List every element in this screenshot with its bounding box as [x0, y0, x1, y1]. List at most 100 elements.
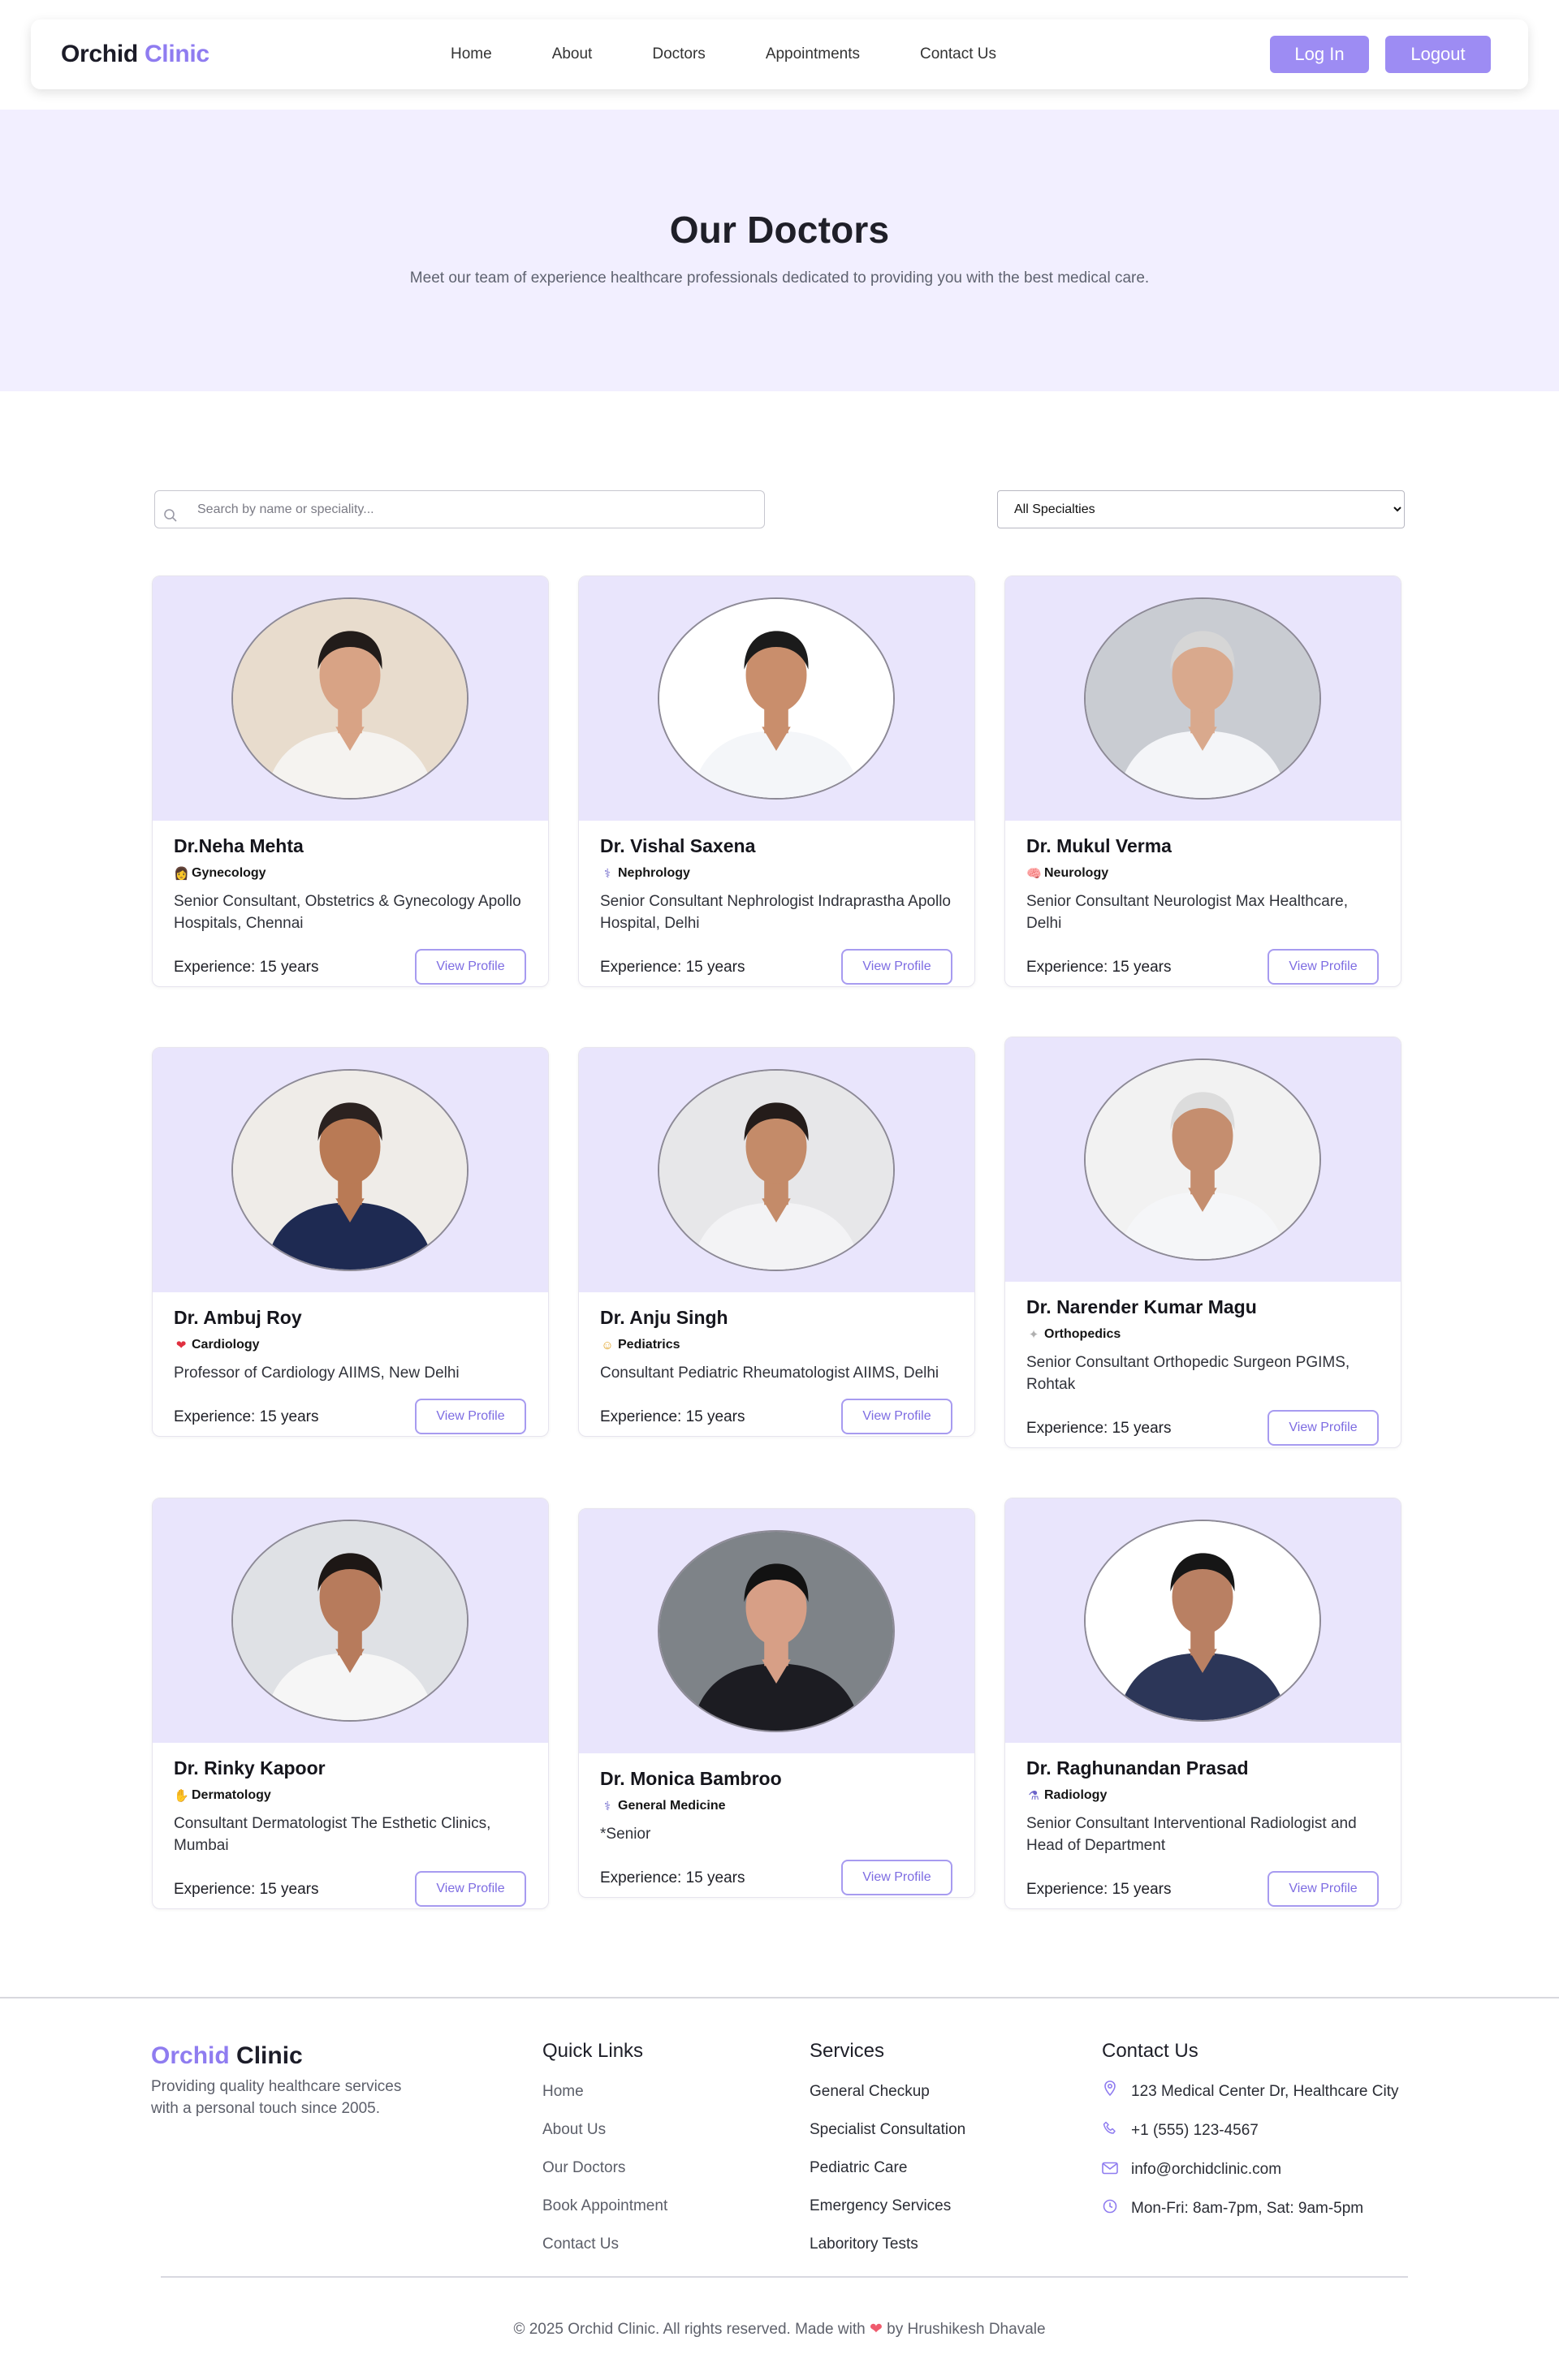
doctor-name: Dr. Mukul Verma [1026, 835, 1172, 856]
experience-text: Experience: 15 years [1026, 1420, 1172, 1437]
footer-link-book[interactable]: Book Appointment [542, 2187, 667, 2225]
doctor-info: Dr. Rinky Kapoor ✋ Dermatology Consultan… [153, 1743, 548, 1908]
experience-row: Experience: 15 years View Profile [600, 1399, 952, 1436]
doctor-description: Senior Consultant Nephrologist Indrapras… [600, 893, 951, 932]
specialty-row: ⚗ Radiology [1026, 1788, 1379, 1803]
auth-buttons: Log In Logout [1270, 36, 1491, 73]
login-button[interactable]: Log In [1270, 36, 1369, 73]
doctor-name: Dr.Neha Mehta [174, 835, 304, 856]
service-emergency[interactable]: Emergency Services [810, 2187, 965, 2225]
nav-link-doctors[interactable]: Doctors [652, 45, 705, 63]
doctor-info: Dr. Vishal Saxena ⚕ Nephrology Senior Co… [579, 821, 974, 986]
doctor-photo-area [1005, 1037, 1401, 1282]
view-profile-button[interactable]: View Profile [415, 949, 526, 985]
brain-icon: 🧠 [1026, 867, 1042, 881]
stethoscope-icon: ⚕ [603, 1800, 611, 1813]
experience-text: Experience: 15 years [1026, 959, 1172, 976]
footer-link-home[interactable]: Home [542, 2072, 667, 2111]
specialty-label: Gynecology [192, 866, 266, 880]
service-specialist[interactable]: Specialist Consultation [810, 2111, 965, 2149]
doctor-name: Dr. Narender Kumar Magu [1026, 1296, 1257, 1317]
phone-text[interactable]: +1 (555) 123-4567 [1131, 2111, 1259, 2150]
navbar: Orchid Clinic Home About Doctors Appoint… [31, 19, 1528, 89]
view-profile-button[interactable]: View Profile [415, 1871, 526, 1907]
page-subtitle: Meet our team of experience healthcare p… [409, 269, 1150, 287]
brand-main: Orchid [61, 41, 138, 67]
specialty-row: ❤ Cardiology [174, 1338, 526, 1352]
footer-top-border [0, 1997, 1559, 1998]
doctor-photo-area [579, 1048, 974, 1292]
doctor-card: Dr. Monica Bambroo ⚕ General Medicine *S… [578, 1508, 975, 1898]
doctor-photo-area [579, 1509, 974, 1753]
hours-text: Mon-Fri: 8am-7pm, Sat: 9am-5pm [1131, 2200, 1364, 2217]
view-profile-button[interactable]: View Profile [841, 1399, 952, 1434]
footer-brand: Orchid Clinic [151, 2042, 303, 2070]
doctor-name: Dr. Vishal Saxena [600, 835, 756, 856]
footer-contact: Contact Us 123 Medical Center Dr, Health… [1102, 2040, 1398, 2228]
specialty-label: Neurology [1044, 866, 1109, 880]
specialty-label: Pediatrics [618, 1338, 680, 1352]
service-lab-tests[interactable]: Laboritory Tests [810, 2225, 965, 2263]
specialty-select[interactable]: All Specialties [997, 490, 1405, 528]
quick-links-title: Quick Links [542, 2040, 644, 2062]
service-general-checkup[interactable]: General Checkup [810, 2072, 965, 2111]
nav-link-appointments[interactable]: Appointments [766, 45, 860, 63]
doctor-photo [231, 1520, 469, 1722]
services-title: Services [810, 2040, 885, 2062]
footer-link-doctors[interactable]: Our Doctors [542, 2149, 667, 2187]
stethoscope-icon: ⚕ [603, 867, 611, 881]
doctor-name: Dr. Raghunandan Prasad [1026, 1757, 1249, 1779]
experience-row: Experience: 15 years View Profile [1026, 1871, 1379, 1908]
doctor-description: Consultant Pediatric Rheumatologist AIIM… [600, 1365, 939, 1382]
doctor-description: Senior Consultant Interventional Radiolo… [1026, 1815, 1357, 1854]
view-profile-button[interactable]: View Profile [1267, 1410, 1379, 1446]
doctor-photo [658, 1069, 895, 1271]
specialty-row: 🧠 Neurology [1026, 866, 1379, 881]
doctor-photo [1084, 1058, 1321, 1261]
doctor-photo-area [579, 576, 974, 821]
experience-text: Experience: 15 years [174, 959, 319, 976]
contact-address: 123 Medical Center Dr, Healthcare City [1102, 2072, 1398, 2111]
view-profile-button[interactable]: View Profile [841, 1860, 952, 1895]
nav-link-home[interactable]: Home [451, 45, 492, 63]
doctor-photo [1084, 597, 1321, 800]
view-profile-button[interactable]: View Profile [1267, 949, 1379, 985]
map-pin-icon [1102, 2072, 1118, 2111]
doctor-info: Dr. Monica Bambroo ⚕ General Medicine *S… [579, 1753, 974, 1897]
view-profile-button[interactable]: View Profile [415, 1399, 526, 1434]
footer-link-about[interactable]: About Us [542, 2111, 667, 2149]
doctor-photo-area [1005, 576, 1401, 821]
footer-link-contact[interactable]: Contact Us [542, 2225, 667, 2263]
experience-row: Experience: 15 years View Profile [1026, 1410, 1379, 1447]
view-profile-button[interactable]: View Profile [841, 949, 952, 985]
experience-text: Experience: 15 years [1026, 1881, 1172, 1898]
child-face-icon: ☺ [601, 1338, 614, 1352]
doctor-description: Senior Consultant, Obstetrics & Gynecolo… [174, 893, 521, 932]
doctor-card: Dr. Anju Singh ☺ Pediatrics Consultant P… [578, 1047, 975, 1437]
experience-text: Experience: 15 years [600, 1408, 745, 1425]
brand-logo[interactable]: Orchid Clinic [61, 41, 209, 68]
search-input[interactable] [197, 498, 749, 522]
clock-icon [1102, 2189, 1118, 2228]
logout-button[interactable]: Logout [1385, 36, 1491, 73]
footer-services: Services General Checkup Specialist Cons… [810, 2040, 965, 2263]
service-pediatric[interactable]: Pediatric Care [810, 2149, 965, 2187]
nav-link-contact[interactable]: Contact Us [920, 45, 996, 63]
email-text[interactable]: info@orchidclinic.com [1131, 2150, 1281, 2189]
contact-phone: +1 (555) 123-4567 [1102, 2111, 1398, 2150]
login-label: Log In [1294, 44, 1345, 64]
doctor-card: Dr. Raghunandan Prasad ⚗ Radiology Senio… [1004, 1498, 1401, 1909]
doctor-name: Dr. Rinky Kapoor [174, 1757, 326, 1779]
copyright: © 2025 Orchid Clinic. All rights reserve… [0, 2320, 1559, 2339]
experience-row: Experience: 15 years View Profile [1026, 949, 1379, 986]
contact-hours: Mon-Fri: 8am-7pm, Sat: 9am-5pm [1102, 2189, 1398, 2228]
doctor-description: *Senior [600, 1826, 651, 1843]
address-text: 123 Medical Center Dr, Healthcare City [1131, 2083, 1399, 2100]
view-profile-button[interactable]: View Profile [1267, 1871, 1379, 1907]
search-box [154, 490, 765, 528]
phone-icon [1102, 2111, 1118, 2150]
specialty-row: ✦ Orthopedics [1026, 1327, 1379, 1342]
nav-link-about[interactable]: About [552, 45, 593, 63]
copyright-suffix: by Hrushikesh Dhavale [887, 2321, 1046, 2338]
doctor-photo-area [1005, 1498, 1401, 1743]
